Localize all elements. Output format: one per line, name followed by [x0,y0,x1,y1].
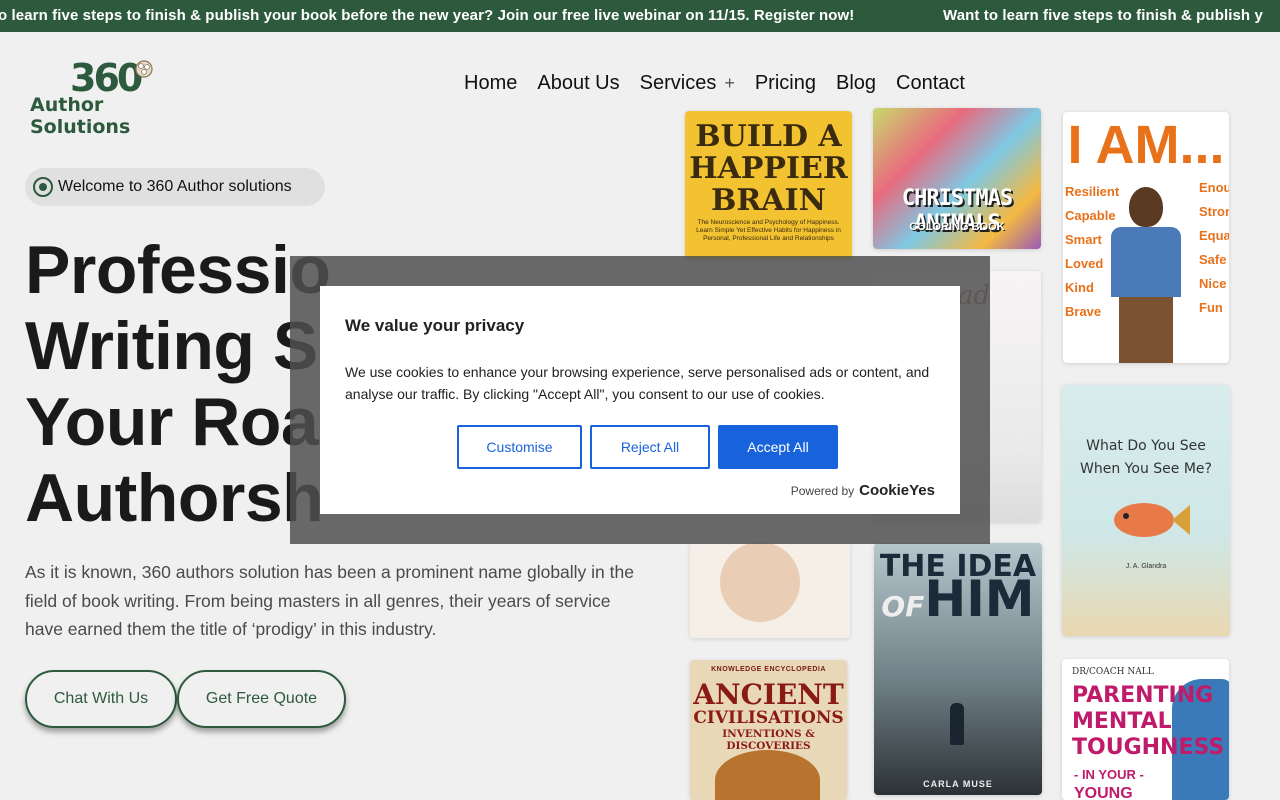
welcome-text: Welcome to 360 Author solutions [58,178,292,195]
accept-all-button[interactable]: Accept All [718,425,838,469]
announcement-text-repeat[interactable]: Want to learn five steps to finish & pub… [943,7,1263,24]
welcome-badge: Welcome to 360 Author solutions [25,168,325,206]
powered-by-label: Powered by [790,484,855,498]
book-subtitle-2: YOUNG [1074,785,1133,800]
book-author: CARLA MUSE [923,779,993,789]
book-cover-ancient-civilisations[interactable]: KNOWLEDGE ENCYCLOPEDIA ANCIENT CIVILISAT… [690,660,847,800]
fish-icon [1114,503,1190,537]
announcement-text[interactable]: o learn five steps to finish & publish y… [0,7,854,24]
book-cover-christmas-animals[interactable]: CHRISTMAS ANIMALS COLORING BOOK [873,108,1041,249]
book-subtitle: The Neuroscience and Psychology of Happi… [696,219,841,242]
book-cover-happier-brain[interactable]: BUILD A HAPPIER BRAIN The Neuroscience and… [685,111,852,259]
logo-wordmark: Author Solutions [30,94,131,138]
book-author: J. A. Glandra [1125,563,1167,570]
book-subtitle: COLORING BOOK [909,221,1005,233]
book-words-right: EnoughStrongEqualSafeNiceFun [1199,180,1229,315]
book-title-line-2: CIVILISATIONS [693,708,844,728]
nav-contact[interactable]: Contact [896,72,965,95]
cookieyes-logo: CookieYes [859,482,935,499]
site-logo[interactable]: 360 Author Solutions [28,56,198,138]
get-free-quote-button[interactable]: Get Free Quote [177,670,346,728]
book-subtitle: - IN YOUR - [1074,767,1144,782]
nav-services-label: Services [639,72,717,94]
book-title: BUILD A HAPPIER BRAIN [689,119,848,218]
book-series: KNOWLEDGE ENCYCLOPEDIA [711,666,826,673]
announcement-bar[interactable]: o learn five steps to finish & publish y… [0,0,1280,32]
chat-with-us-button[interactable]: Chat With Us [25,670,177,728]
book-title: THE IDEA OFHIM [879,549,1037,628]
nav-about[interactable]: About Us [537,72,619,95]
hero-description: As it is known, 360 authors solution has… [25,562,634,639]
book-title: What Do You See When You See Me? [1080,438,1212,477]
reject-all-button[interactable]: Reject All [590,425,710,469]
book-title: I AM... [1067,115,1225,175]
book-title-line-3: INVENTIONS & DISCOVERIES [722,728,815,752]
customise-button[interactable]: Customise [457,425,582,469]
book-cover-idea-of-him[interactable]: THE IDEA OFHIM CARLA MUSE [874,543,1042,795]
book-figure [950,703,964,745]
book-cover-i-am[interactable]: I AM... Resilient Capable Smart Loved Kind Br… [1063,112,1229,363]
nav-blog[interactable]: Blog [836,72,876,95]
book-cover-partial-2[interactable] [690,542,850,638]
logo-flower-icon [135,60,153,78]
cookie-description: We use cookies to enhance your browsing … [345,364,930,402]
nav-home[interactable]: Home [464,72,517,95]
book-words-left: Resilient Capable Smart Loved Kind Brave [1065,184,1120,319]
powered-by[interactable]: Powered by CookieYes [791,482,935,499]
book-cover-parenting-mental-toughness[interactable]: DR/COACH NALL PARENTING MENTAL TOUGHNESS -… [1062,659,1229,800]
plus-icon[interactable]: + [724,73,735,93]
book-cover-what-do-you-see[interactable]: What Do You See When You See Me? J. A. Gl… [1062,385,1230,636]
cookie-title: We value your privacy [345,316,525,335]
nav-pricing[interactable]: Pricing [755,72,816,95]
main-nav: Home About Us Services + Pricing Blog Con… [464,72,965,95]
book-author: DR/COACH NALL [1072,667,1154,677]
book-title: PARENTING MENTAL TOUGHNESS [1072,683,1225,760]
book-illustration [715,750,820,800]
radio-dot-icon [33,177,53,197]
cookie-consent-dialog: We value your privacy We use cookies to … [320,286,960,514]
nav-services[interactable]: Services + [640,72,735,95]
book-illustration [1111,187,1181,363]
book-title-line-1: ANCIENT [693,678,844,711]
